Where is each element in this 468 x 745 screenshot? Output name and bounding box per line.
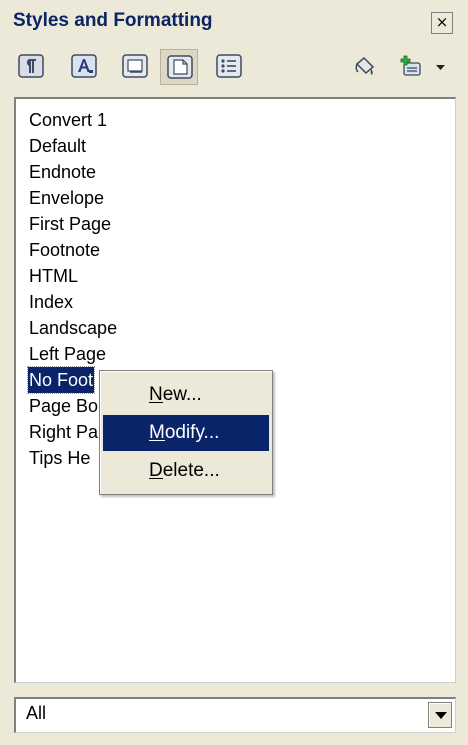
style-list-item[interactable]: First Page bbox=[28, 211, 112, 237]
page-styles-button[interactable] bbox=[160, 49, 198, 85]
character-styles-icon bbox=[71, 54, 97, 78]
close-button[interactable]: × bbox=[431, 12, 453, 34]
style-list-item[interactable]: Footnote bbox=[28, 237, 101, 263]
paragraph-styles-button[interactable] bbox=[12, 49, 50, 85]
style-list-item[interactable]: Convert 1 bbox=[28, 107, 108, 133]
character-styles-button[interactable] bbox=[65, 49, 103, 85]
style-list-item[interactable]: No Foot bbox=[26, 366, 96, 394]
frame-styles-button[interactable] bbox=[116, 49, 154, 85]
style-list-item[interactable]: Landscape bbox=[28, 315, 118, 341]
context-menu: New... Modify... Delete... bbox=[99, 370, 273, 495]
close-icon: × bbox=[435, 13, 449, 31]
style-list-item[interactable]: Index bbox=[28, 289, 74, 315]
new-style-from-selection-button[interactable] bbox=[392, 49, 430, 85]
menu-item-mnemonic: M bbox=[149, 422, 165, 443]
filter-dropdown-button[interactable] bbox=[428, 702, 452, 728]
chevron-down-icon bbox=[436, 65, 445, 70]
list-styles-icon bbox=[216, 54, 242, 78]
menu-item-new[interactable]: New... bbox=[103, 377, 269, 413]
new-style-menu-button[interactable] bbox=[426, 49, 456, 85]
panel-titlebar: Styles and Formatting × bbox=[0, 0, 468, 42]
frame-styles-icon bbox=[122, 54, 148, 78]
paragraph-styles-icon bbox=[18, 54, 44, 78]
menu-item-label: elete... bbox=[162, 460, 220, 481]
styles-and-formatting-panel: Styles and Formatting × Convert 1 Defaul… bbox=[0, 0, 468, 745]
style-list-item[interactable]: Right Pa bbox=[28, 419, 99, 445]
filter-value: All bbox=[26, 703, 47, 723]
style-list-item[interactable]: Tips He bbox=[28, 445, 91, 471]
panel-title: Styles and Formatting bbox=[13, 10, 213, 31]
menu-item-delete[interactable]: Delete... bbox=[103, 453, 269, 489]
style-list-item[interactable]: Endnote bbox=[28, 159, 97, 185]
menu-item-modify[interactable]: Modify... bbox=[103, 415, 269, 451]
menu-item-label: odify... bbox=[164, 422, 220, 443]
menu-item-mnemonic: N bbox=[149, 384, 163, 405]
fill-format-mode-icon bbox=[355, 56, 375, 75]
list-styles-button[interactable] bbox=[210, 49, 248, 85]
style-family-toolbar bbox=[0, 42, 468, 92]
new-style-from-selection-icon bbox=[400, 55, 421, 76]
page-styles-icon bbox=[167, 55, 193, 79]
style-list-item[interactable]: Default bbox=[28, 133, 87, 159]
style-list-item[interactable]: Left Page bbox=[28, 341, 107, 367]
menu-item-mnemonic: D bbox=[149, 460, 163, 481]
style-list-item[interactable]: HTML bbox=[28, 263, 79, 289]
chevron-down-icon bbox=[435, 712, 447, 719]
style-list-item[interactable]: Envelope bbox=[28, 185, 105, 211]
style-list-item[interactable]: Page Bo bbox=[28, 393, 99, 419]
menu-item-label: ew... bbox=[162, 384, 202, 405]
fill-format-mode-button[interactable] bbox=[346, 49, 384, 85]
style-filter-select[interactable]: All bbox=[14, 697, 456, 733]
